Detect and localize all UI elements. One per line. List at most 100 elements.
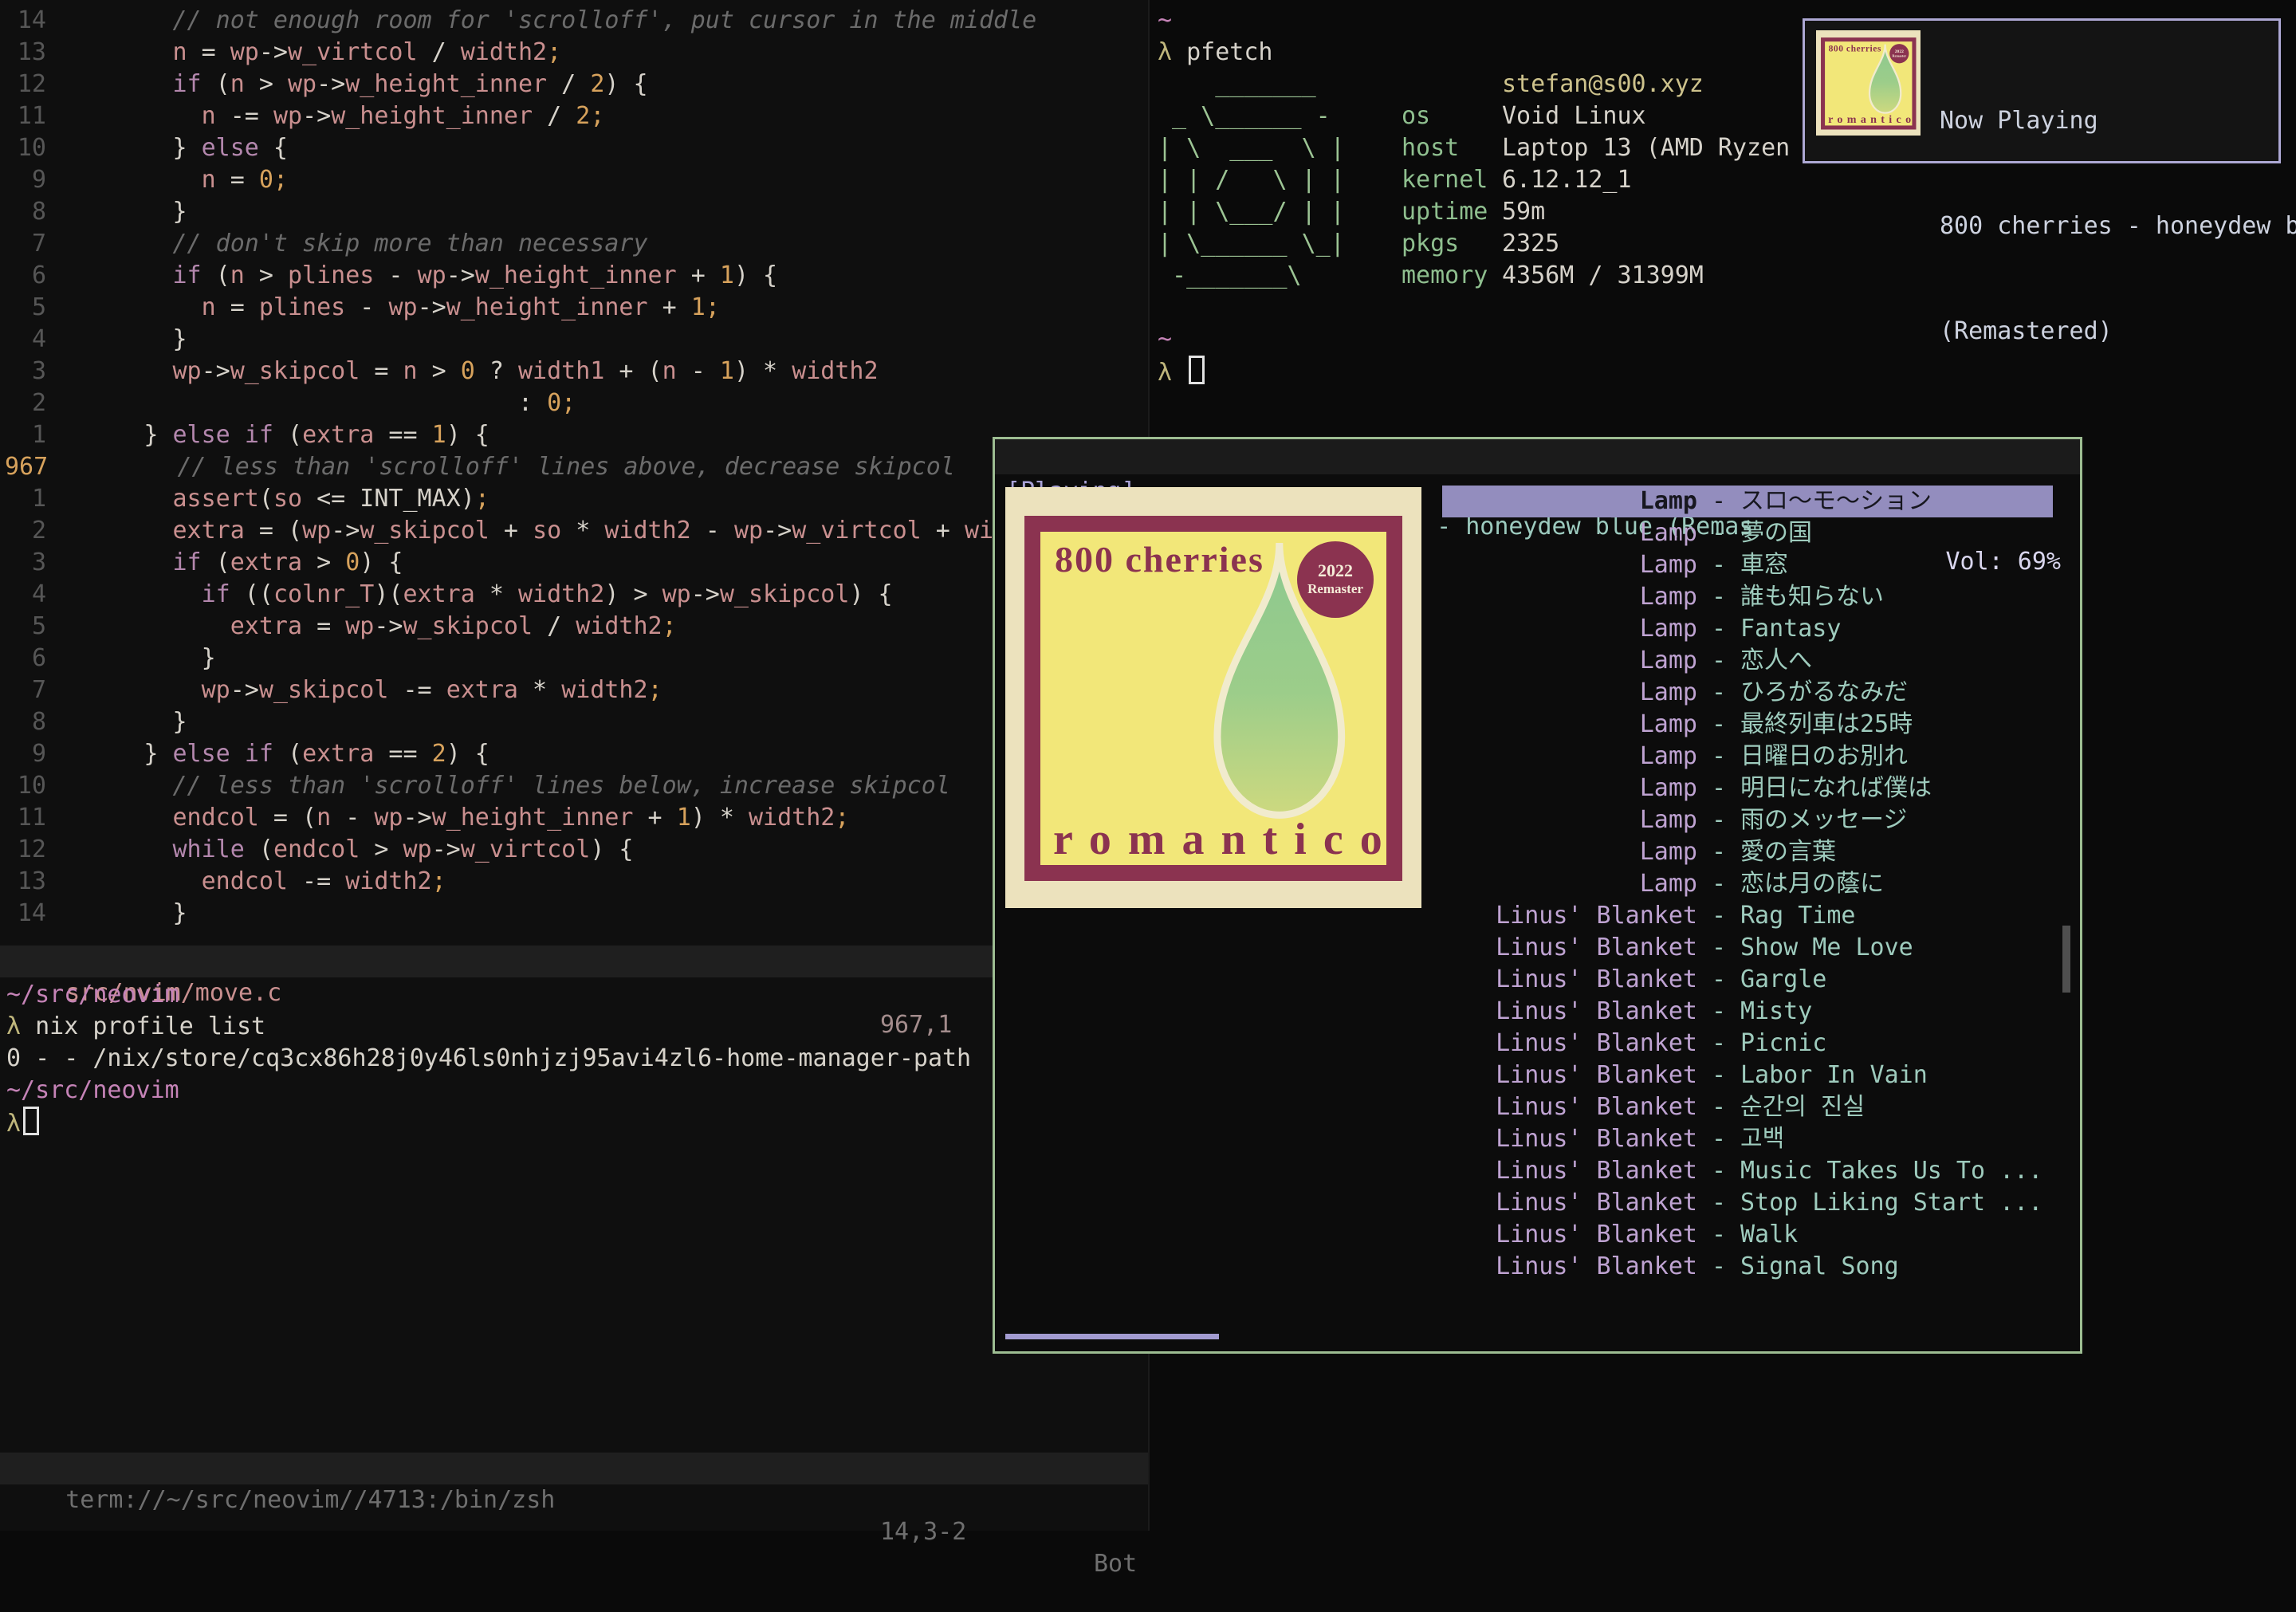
now-playing-notification[interactable]: 800 cherries 2022 Remaster romantico Now	[1803, 18, 2281, 163]
code-editor[interactable]: 14 // not enough room for 'scrolloff', p…	[0, 5, 1148, 930]
code-line[interactable]: 4 if ((colnr_T)(extra * width2) > wp->w_…	[0, 579, 1148, 611]
album-frame: 800 cherries 2022 Remaster romantico	[1024, 516, 1402, 881]
line-number: 5	[0, 611, 46, 643]
code-line[interactable]: 3 if (extra > 0) {	[0, 547, 1148, 579]
line-number: 13	[0, 37, 46, 69]
line-number: 7	[0, 228, 46, 260]
track-row[interactable]: Lamp - 恋は月の蔭に	[1442, 868, 2053, 900]
line-number: 9	[0, 738, 46, 770]
terminal-buffer-name: term://~/src/neovim//4713:/bin/zsh	[57, 1486, 555, 1514]
code-line[interactable]: 3 wp->w_skipcol = n > 0 ? width1 + (n - …	[0, 356, 1148, 387]
terminal-line: λ	[6, 1107, 1148, 1138]
line-number: 4	[0, 579, 46, 611]
track-row[interactable]: Linus' Blanket - Walk	[1442, 1219, 2053, 1251]
line-number: 6	[0, 643, 46, 674]
track-row[interactable]: Lamp - 明日になれば僕は	[1442, 773, 2053, 804]
terminal-line: λ nix profile list	[6, 1011, 1148, 1043]
code-line[interactable]: 6 }	[0, 643, 1148, 674]
line-number: 14	[0, 5, 46, 37]
track-row[interactable]: Linus' Blanket - Stop Liking Start ...	[1442, 1187, 2053, 1219]
code-line[interactable]: 14 // not enough room for 'scrolloff', p…	[0, 5, 1148, 37]
track-row[interactable]: Linus' Blanket - 고백	[1442, 1123, 2053, 1155]
line-number: 3	[0, 356, 46, 387]
code-line[interactable]: 10 } else {	[0, 132, 1148, 164]
code-line[interactable]: 8 }	[0, 706, 1148, 738]
code-line[interactable]: 1 } else if (extra == 1) {	[0, 419, 1148, 451]
code-line[interactable]: 7 // don't skip more than necessary	[0, 228, 1148, 260]
line-number: 2	[0, 515, 46, 547]
code-line[interactable]: 967 // less than 'scrolloff' lines above…	[0, 451, 1148, 483]
terminal-cursor-position: 14,3-2	[880, 1516, 966, 1548]
track-row[interactable]: Lamp - 夢の国	[1442, 517, 2053, 549]
code-line[interactable]: 12 while (endcol > wp->w_virtcol) {	[0, 834, 1148, 866]
album-art-large: 800 cherries 2022 Remaster romantico	[1005, 487, 1421, 908]
line-number: 1	[0, 419, 46, 451]
code-line[interactable]: 4 }	[0, 324, 1148, 356]
track-list[interactable]: Lamp - スロ〜モ〜ションLamp - 夢の国Lamp - 車窓Lamp -…	[1442, 486, 2053, 1283]
terminal-cursor	[1189, 356, 1205, 384]
code-line[interactable]: 9 n = 0;	[0, 164, 1148, 196]
code-line[interactable]: 13 endcol -= width2;	[0, 866, 1148, 898]
code-line[interactable]: 10 // less than 'scrolloff' lines below,…	[0, 770, 1148, 802]
line-number: 4	[0, 324, 46, 356]
line-number: 10	[0, 770, 46, 802]
track-row[interactable]: Lamp - 愛の言葉	[1442, 836, 2053, 868]
track-row[interactable]: Lamp - 雨のメッセージ	[1442, 804, 2053, 836]
track-row[interactable]: Linus' Blanket - Labor In Vain	[1442, 1060, 2053, 1091]
line-number: 14	[0, 898, 46, 930]
track-row[interactable]: Lamp - 車窓	[1442, 549, 2053, 581]
code-line[interactable]: 8 }	[0, 196, 1148, 228]
code-line[interactable]: 11 n -= wp->w_height_inner / 2;	[0, 100, 1148, 132]
track-row[interactable]: Linus' Blanket - Rag Time	[1442, 900, 2053, 932]
code-line[interactable]: 5 n = plines - wp->w_height_inner + 1;	[0, 292, 1148, 324]
line-number: 6	[0, 260, 46, 292]
code-line[interactable]: 5 extra = wp->w_skipcol / width2;	[0, 611, 1148, 643]
water-drop-icon	[1865, 43, 1905, 117]
track-row[interactable]: Lamp - Fantasy	[1442, 613, 2053, 645]
track-row[interactable]: Linus' Blanket - Misty	[1442, 996, 2053, 1028]
line-number: 9	[0, 164, 46, 196]
file-statusline: src/nvim/move.c 967,1	[0, 946, 1148, 977]
notification-track: 800 cherries - honeydew blue	[1940, 209, 2296, 244]
code-line[interactable]: 14 }	[0, 898, 1148, 930]
terminal-statusline: term://~/src/neovim//4713:/bin/zsh 14,3-…	[0, 1453, 1148, 1484]
line-number: 13	[0, 866, 46, 898]
track-row[interactable]: Lamp - 日曜日のお別れ	[1442, 741, 2053, 773]
code-line[interactable]: 2 extra = (wp->w_skipcol + so * width2 -…	[0, 515, 1148, 547]
water-drop-icon	[1200, 538, 1359, 832]
embedded-terminal[interactable]: ~/src/neovimλ nix profile list0 - - /nix…	[6, 979, 1148, 1138]
track-progress-bar[interactable]	[1005, 1334, 1219, 1339]
track-row[interactable]: Linus' Blanket - Signal Song	[1442, 1251, 2053, 1283]
notification-title: Now Playing	[1940, 104, 2296, 139]
code-line[interactable]: 1 assert(so <= INT_MAX);	[0, 483, 1148, 515]
code-line[interactable]: 2 : 0;	[0, 387, 1148, 419]
track-row[interactable]: Lamp - 恋人へ	[1442, 645, 2053, 677]
line-number: 8	[0, 196, 46, 228]
track-row[interactable]: Lamp - 誰も知らない	[1442, 581, 2053, 613]
album-title-text: romantico	[1828, 112, 1915, 125]
track-row[interactable]: Linus' Blanket - 순간의 진실	[1442, 1091, 2053, 1123]
album-frame: 800 cherries 2022 Remaster romantico	[1821, 37, 1916, 129]
track-row[interactable]: Lamp - 最終列車は25時	[1442, 709, 2053, 741]
code-line[interactable]: 11 endcol = (n - wp->w_height_inner + 1)…	[0, 802, 1148, 834]
track-row[interactable]: Linus' Blanket - Gargle	[1442, 964, 2053, 996]
code-line[interactable]: 9 } else if (extra == 2) {	[0, 738, 1148, 770]
track-row[interactable]: Lamp - スロ〜モ〜ション	[1442, 486, 2053, 517]
line-number: 11	[0, 100, 46, 132]
code-line[interactable]: 12 if (n > wp->w_height_inner / 2) {	[0, 69, 1148, 100]
code-line[interactable]: 7 wp->w_skipcol -= extra * width2;	[0, 674, 1148, 706]
terminal-line: ~/src/neovim	[6, 1075, 1148, 1107]
music-player-window[interactable]: [Playing] herries - honeydew blue (Remas…	[993, 437, 2082, 1354]
line-number: 12	[0, 69, 46, 100]
track-row[interactable]: Lamp - ひろがるなみだ	[1442, 677, 2053, 709]
track-row[interactable]: Linus' Blanket - Music Takes Us To ...	[1442, 1155, 2053, 1187]
track-row[interactable]: Linus' Blanket - Show Me Love	[1442, 932, 2053, 964]
line-number: 967	[0, 451, 51, 483]
code-line[interactable]: 13 n = wp->w_virtcol / width2;	[0, 37, 1148, 69]
track-row[interactable]: Linus' Blanket - Picnic	[1442, 1028, 2053, 1060]
line-number: 7	[0, 674, 46, 706]
album-art: 800 cherries 2022 Remaster romantico	[1816, 30, 1921, 136]
line-number: 8	[0, 706, 46, 738]
code-line[interactable]: 6 if (n > plines - wp->w_height_inner + …	[0, 260, 1148, 292]
playlist-scrollbar[interactable]	[2062, 926, 2070, 993]
